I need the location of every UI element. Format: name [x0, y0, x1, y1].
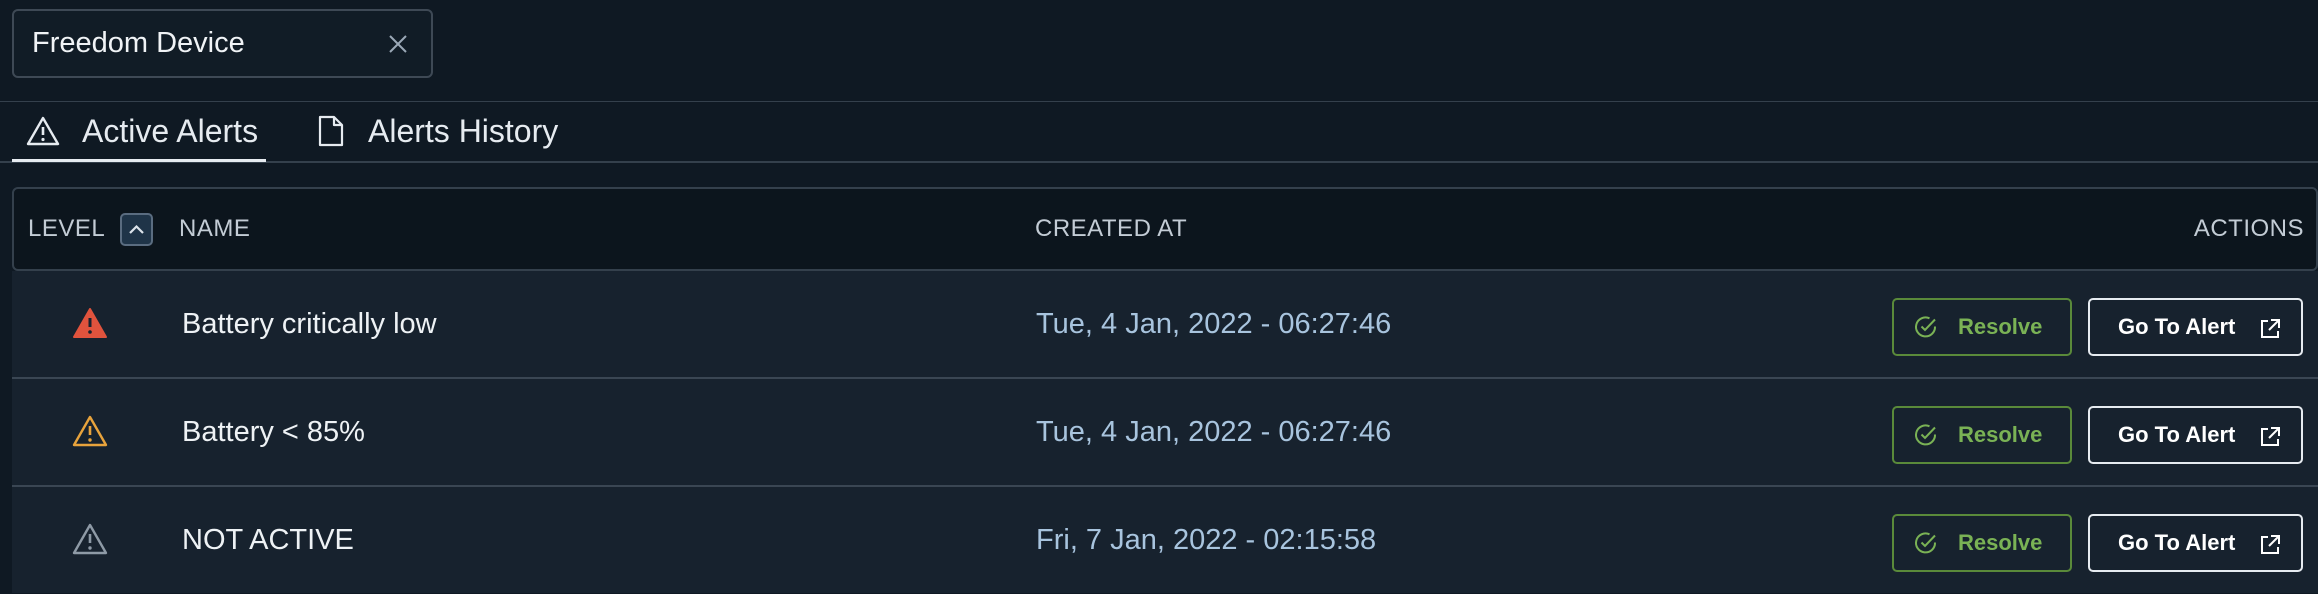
external-link-icon — [2261, 535, 2280, 554]
tab-label: Alerts History — [368, 112, 559, 149]
chevron-up-icon — [129, 224, 144, 234]
check-circle-icon — [1915, 316, 1937, 338]
tab-label: Active Alerts — [82, 112, 259, 149]
check-circle-icon — [1915, 424, 1937, 446]
tab-active-alerts[interactable]: Active Alerts — [12, 101, 266, 162]
resolve-label: Resolve — [1958, 530, 2043, 555]
alert-critical-icon — [73, 308, 107, 338]
document-icon — [318, 115, 344, 147]
table-row: Battery critically low Tue, 4 Jan, 2022 … — [12, 271, 2318, 379]
go-to-alert-button[interactable]: Go To Alert — [2088, 514, 2303, 572]
alert-name: NOT ACTIVE — [182, 523, 354, 556]
top-bar: Freedom Device — [0, 0, 2318, 102]
table-row: Battery < 85% Tue, 4 Jan, 2022 - 06:27:4… — [12, 379, 2318, 487]
alerts-tabs: Active Alerts Alerts History — [0, 101, 2318, 163]
device-filter-label: Freedom Device — [32, 27, 245, 59]
resolve-button[interactable]: Resolve — [1892, 514, 2072, 572]
header-name[interactable]: NAME — [179, 189, 250, 269]
table-row: NOT ACTIVE Fri, 7 Jan, 2022 - 02:15:58 R… — [12, 487, 2318, 593]
alert-created-at: Tue, 4 Jan, 2022 - 06:27:46 — [1036, 415, 1392, 448]
go-to-alert-button[interactable]: Go To Alert — [2088, 406, 2303, 464]
warning-triangle-icon — [26, 116, 60, 146]
alert-name: Battery < 85% — [182, 415, 365, 448]
go-to-alert-label: Go To Alert — [2118, 422, 2236, 447]
resolve-button[interactable]: Resolve — [1892, 406, 2072, 464]
close-icon[interactable] — [387, 33, 409, 55]
go-to-alert-button[interactable]: Go To Alert — [2088, 298, 2303, 356]
alert-inactive-icon — [72, 523, 108, 555]
resolve-button[interactable]: Resolve — [1892, 298, 2072, 356]
alerts-table: LEVEL NAME CREATED AT ACTIONS Battery cr… — [12, 187, 2318, 593]
table-header: LEVEL NAME CREATED AT ACTIONS — [12, 187, 2318, 271]
alert-name: Battery critically low — [182, 307, 437, 340]
alert-created-at: Fri, 7 Jan, 2022 - 02:15:58 — [1036, 523, 1377, 556]
sort-level-button[interactable] — [120, 213, 153, 246]
device-filter-chip[interactable]: Freedom Device — [12, 9, 433, 78]
active-tab-indicator — [12, 159, 266, 162]
tab-alerts-history[interactable]: Alerts History — [314, 101, 558, 161]
header-actions: ACTIONS — [2193, 215, 2304, 242]
go-to-alert-label: Go To Alert — [2118, 530, 2236, 555]
go-to-alert-label: Go To Alert — [2118, 314, 2236, 339]
alert-warning-icon — [72, 415, 108, 447]
check-circle-icon — [1915, 532, 1937, 554]
external-link-icon — [2261, 319, 2280, 338]
header-level: LEVEL — [28, 215, 106, 242]
resolve-label: Resolve — [1958, 314, 2043, 339]
header-created-at[interactable]: CREATED AT — [1035, 189, 1187, 269]
resolve-label: Resolve — [1958, 422, 2043, 447]
external-link-icon — [2261, 427, 2280, 446]
alert-created-at: Tue, 4 Jan, 2022 - 06:27:46 — [1036, 307, 1392, 340]
